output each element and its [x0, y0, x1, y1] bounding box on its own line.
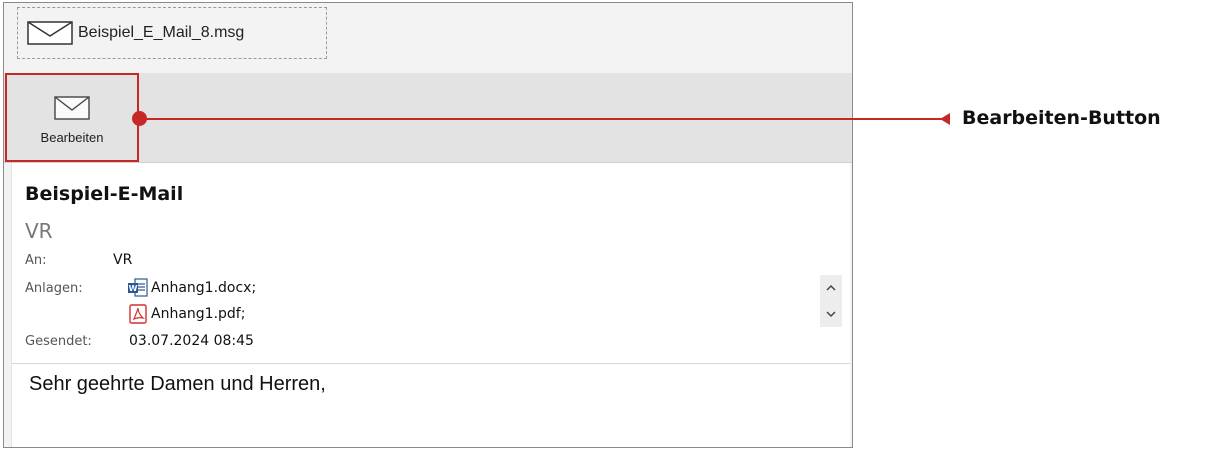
callout-arrowhead: [940, 113, 950, 125]
attachment-name: Anhang1.pdf;: [151, 306, 246, 322]
figure: Beispiel_E_Mail_8.msg Bearbeiten Beispie…: [0, 0, 1228, 450]
attachment-name: Anhang1.docx;: [151, 280, 257, 296]
outlook-message-window: Beispiel_E_Mail_8.msg Bearbeiten Beispie…: [3, 2, 853, 448]
attachment-item-docx[interactable]: W Anhang1.docx;: [127, 278, 256, 298]
attachment-scrollbar[interactable]: [820, 275, 842, 327]
attachments-label: Anlagen:: [25, 281, 83, 296]
header-divider: [12, 363, 850, 364]
envelope-icon: [54, 96, 90, 120]
message-body: Sehr geehrte Damen und Herren,: [29, 373, 326, 395]
attachment-item-pdf[interactable]: Anhang1.pdf;: [127, 304, 245, 324]
envelope-icon: [27, 21, 73, 45]
callout-dot: [132, 111, 147, 126]
svg-text:W: W: [129, 284, 138, 293]
reading-pane: Beispiel-E-Mail VR An: VR Anlagen: W Anh…: [11, 163, 850, 447]
message-subject: Beispiel-E-Mail: [25, 183, 184, 205]
file-tab[interactable]: Beispiel_E_Mail_8.msg: [17, 7, 327, 59]
message-sender: VR: [25, 219, 53, 243]
to-value: VR: [113, 252, 133, 268]
edit-button-label: Bearbeiten: [40, 130, 104, 145]
word-doc-icon: W: [128, 278, 148, 297]
callout-label: Bearbeiten-Button: [962, 107, 1161, 129]
chevron-down-icon[interactable]: [825, 309, 837, 319]
sent-label: Gesendet:: [25, 334, 92, 349]
edit-button[interactable]: Bearbeiten: [5, 73, 139, 162]
chevron-up-icon[interactable]: [825, 283, 837, 293]
file-name: Beispiel_E_Mail_8.msg: [78, 24, 245, 41]
callout-line: [140, 118, 950, 120]
sent-value: 03.07.2024 08:45: [129, 333, 254, 349]
pdf-icon: [129, 304, 147, 324]
to-label: An:: [25, 253, 47, 268]
